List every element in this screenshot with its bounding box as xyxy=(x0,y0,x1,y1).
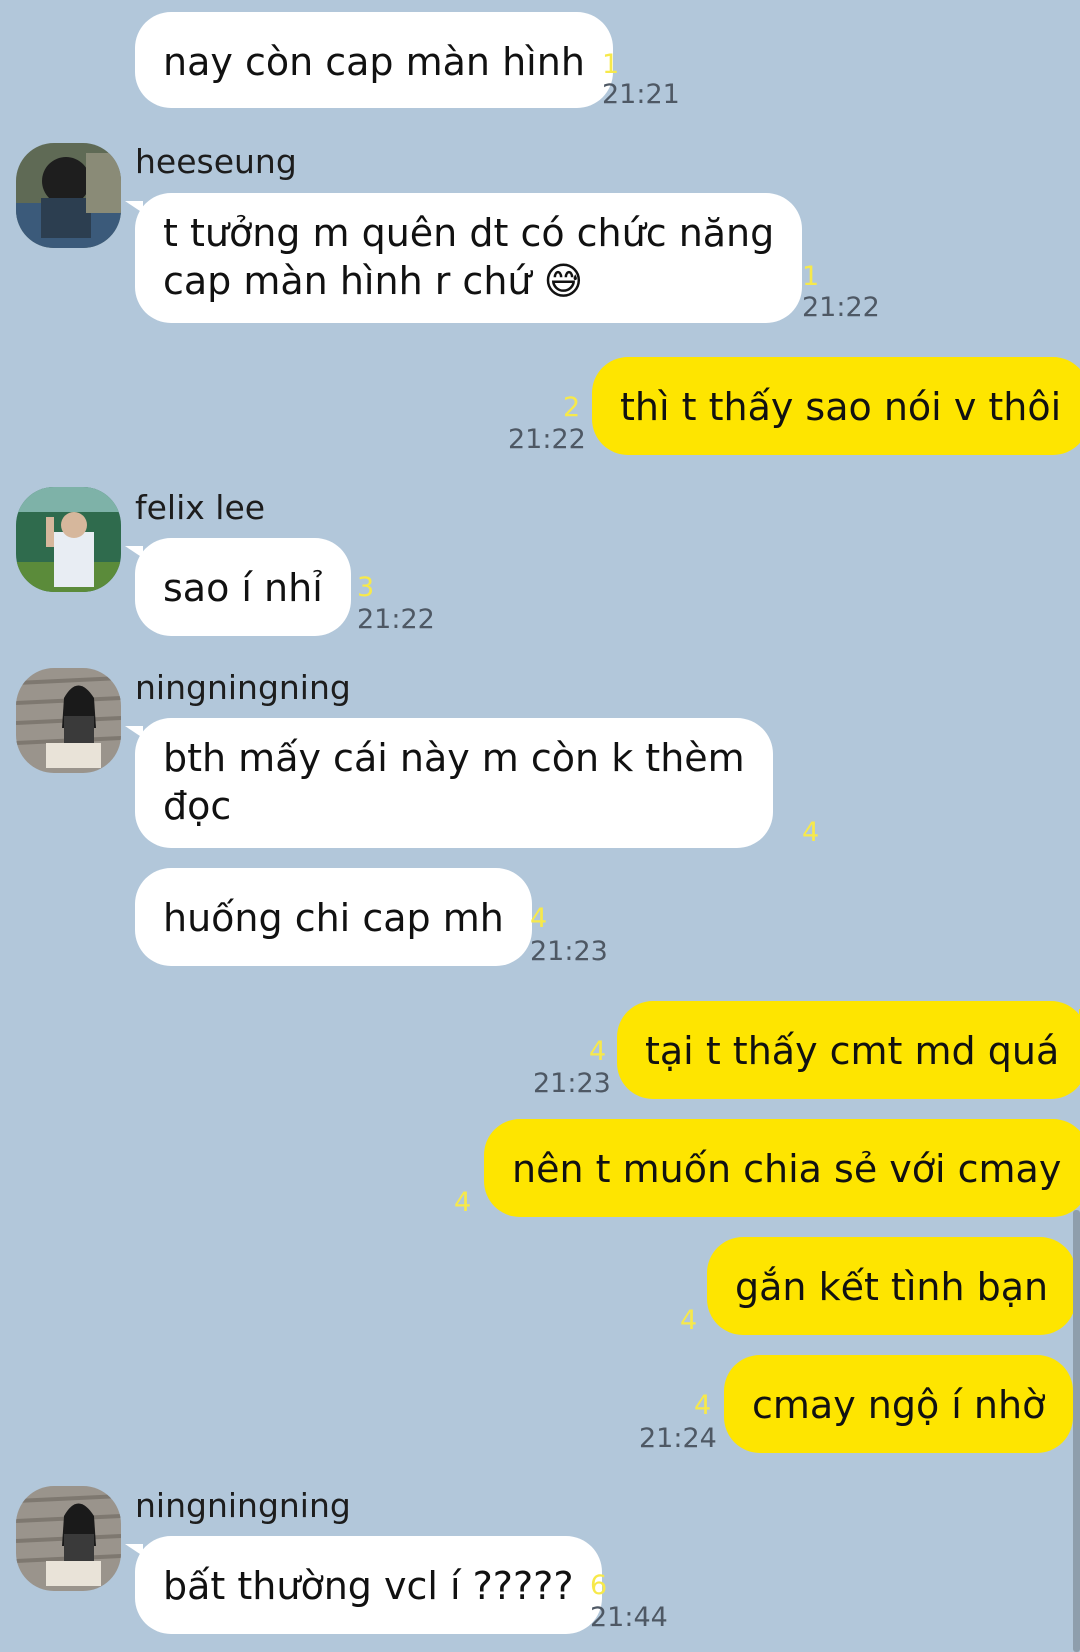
unread-count: 1 xyxy=(802,261,820,292)
scrollbar[interactable] xyxy=(1073,1210,1080,1652)
unread-count: 4 xyxy=(680,1305,698,1336)
incoming-message-bubble[interactable]: sao í nhỉ xyxy=(125,538,351,636)
avatar-felix-lee[interactable] xyxy=(16,487,121,592)
message-text-line: đọc xyxy=(163,784,232,828)
message-text: huống chi cap mh xyxy=(163,896,504,940)
outgoing-message-bubble[interactable]: gắn kết tình bạn xyxy=(707,1237,1077,1335)
message-text: sao í nhỉ xyxy=(163,566,323,610)
avatar-ningningning[interactable] xyxy=(16,1486,121,1591)
unread-count: 4 xyxy=(589,1036,607,1067)
message-text: nay còn cap màn hình xyxy=(163,40,585,84)
message-time: 21:23 xyxy=(530,936,608,967)
incoming-message-bubble[interactable]: bth mấy cái này m còn k thèm đọc xyxy=(125,718,773,848)
unread-count: 4 xyxy=(530,903,548,934)
avatar-heeseung[interactable] xyxy=(16,143,121,248)
message-time: 21:23 xyxy=(533,1068,611,1099)
outgoing-message-bubble[interactable]: thì t thấy sao nói v thôi xyxy=(592,357,1080,455)
incoming-message-bubble[interactable]: bất thường vcl í ????? xyxy=(125,1536,602,1634)
message-text-line: t tưởng m quên dt có chức năng xyxy=(163,211,775,255)
message-text-line: bth mấy cái này m còn k thèm xyxy=(163,736,745,780)
outgoing-message-bubble[interactable]: tại t thấy cmt md quá xyxy=(617,1001,1080,1099)
incoming-message-bubble[interactable]: nay còn cap màn hình xyxy=(135,12,613,108)
message-time: 21:24 xyxy=(639,1423,717,1454)
message-time: 21:22 xyxy=(508,424,586,455)
message-time: 21:22 xyxy=(802,292,880,323)
unread-count: 6 xyxy=(590,1570,608,1601)
avatar-ningningning[interactable] xyxy=(16,668,121,773)
sender-name: heeseung xyxy=(135,142,297,181)
unread-count: 4 xyxy=(802,817,820,848)
message-text: bất thường vcl í ????? xyxy=(163,1564,574,1608)
unread-count: 4 xyxy=(454,1187,472,1218)
outgoing-message-bubble[interactable]: nên t muốn chia sẻ với cmay xyxy=(484,1119,1080,1217)
message-time: 21:21 xyxy=(602,79,680,110)
sender-name: felix lee xyxy=(135,488,266,527)
outgoing-message-bubble[interactable]: cmay ngộ í nhờ xyxy=(724,1355,1074,1453)
incoming-message-bubble[interactable]: huống chi cap mh xyxy=(135,868,532,966)
message-text: tại t thấy cmt md quá xyxy=(645,1029,1060,1073)
message-text: cmay ngộ í nhờ xyxy=(752,1383,1046,1427)
unread-count: 3 xyxy=(357,572,375,603)
message-time: 21:22 xyxy=(357,604,435,635)
message-text: nên t muốn chia sẻ với cmay xyxy=(512,1147,1062,1191)
unread-count: 4 xyxy=(694,1390,712,1421)
sender-name: ningningning xyxy=(135,668,351,707)
chat-message-list[interactable]: nay còn cap màn hình 1 21:21 heeseung t … xyxy=(0,0,1080,1652)
unread-count: 2 xyxy=(563,392,581,423)
unread-count: 1 xyxy=(602,49,620,80)
message-text: thì t thấy sao nói v thôi xyxy=(620,385,1062,429)
sender-name: ningningning xyxy=(135,1486,351,1525)
message-time: 21:44 xyxy=(590,1602,668,1633)
message-text: gắn kết tình bạn xyxy=(735,1265,1049,1309)
incoming-message-bubble[interactable]: t tưởng m quên dt có chức năng cap màn h… xyxy=(124,193,803,323)
message-text-line: cap màn hình r chứ 😅 xyxy=(163,259,584,303)
